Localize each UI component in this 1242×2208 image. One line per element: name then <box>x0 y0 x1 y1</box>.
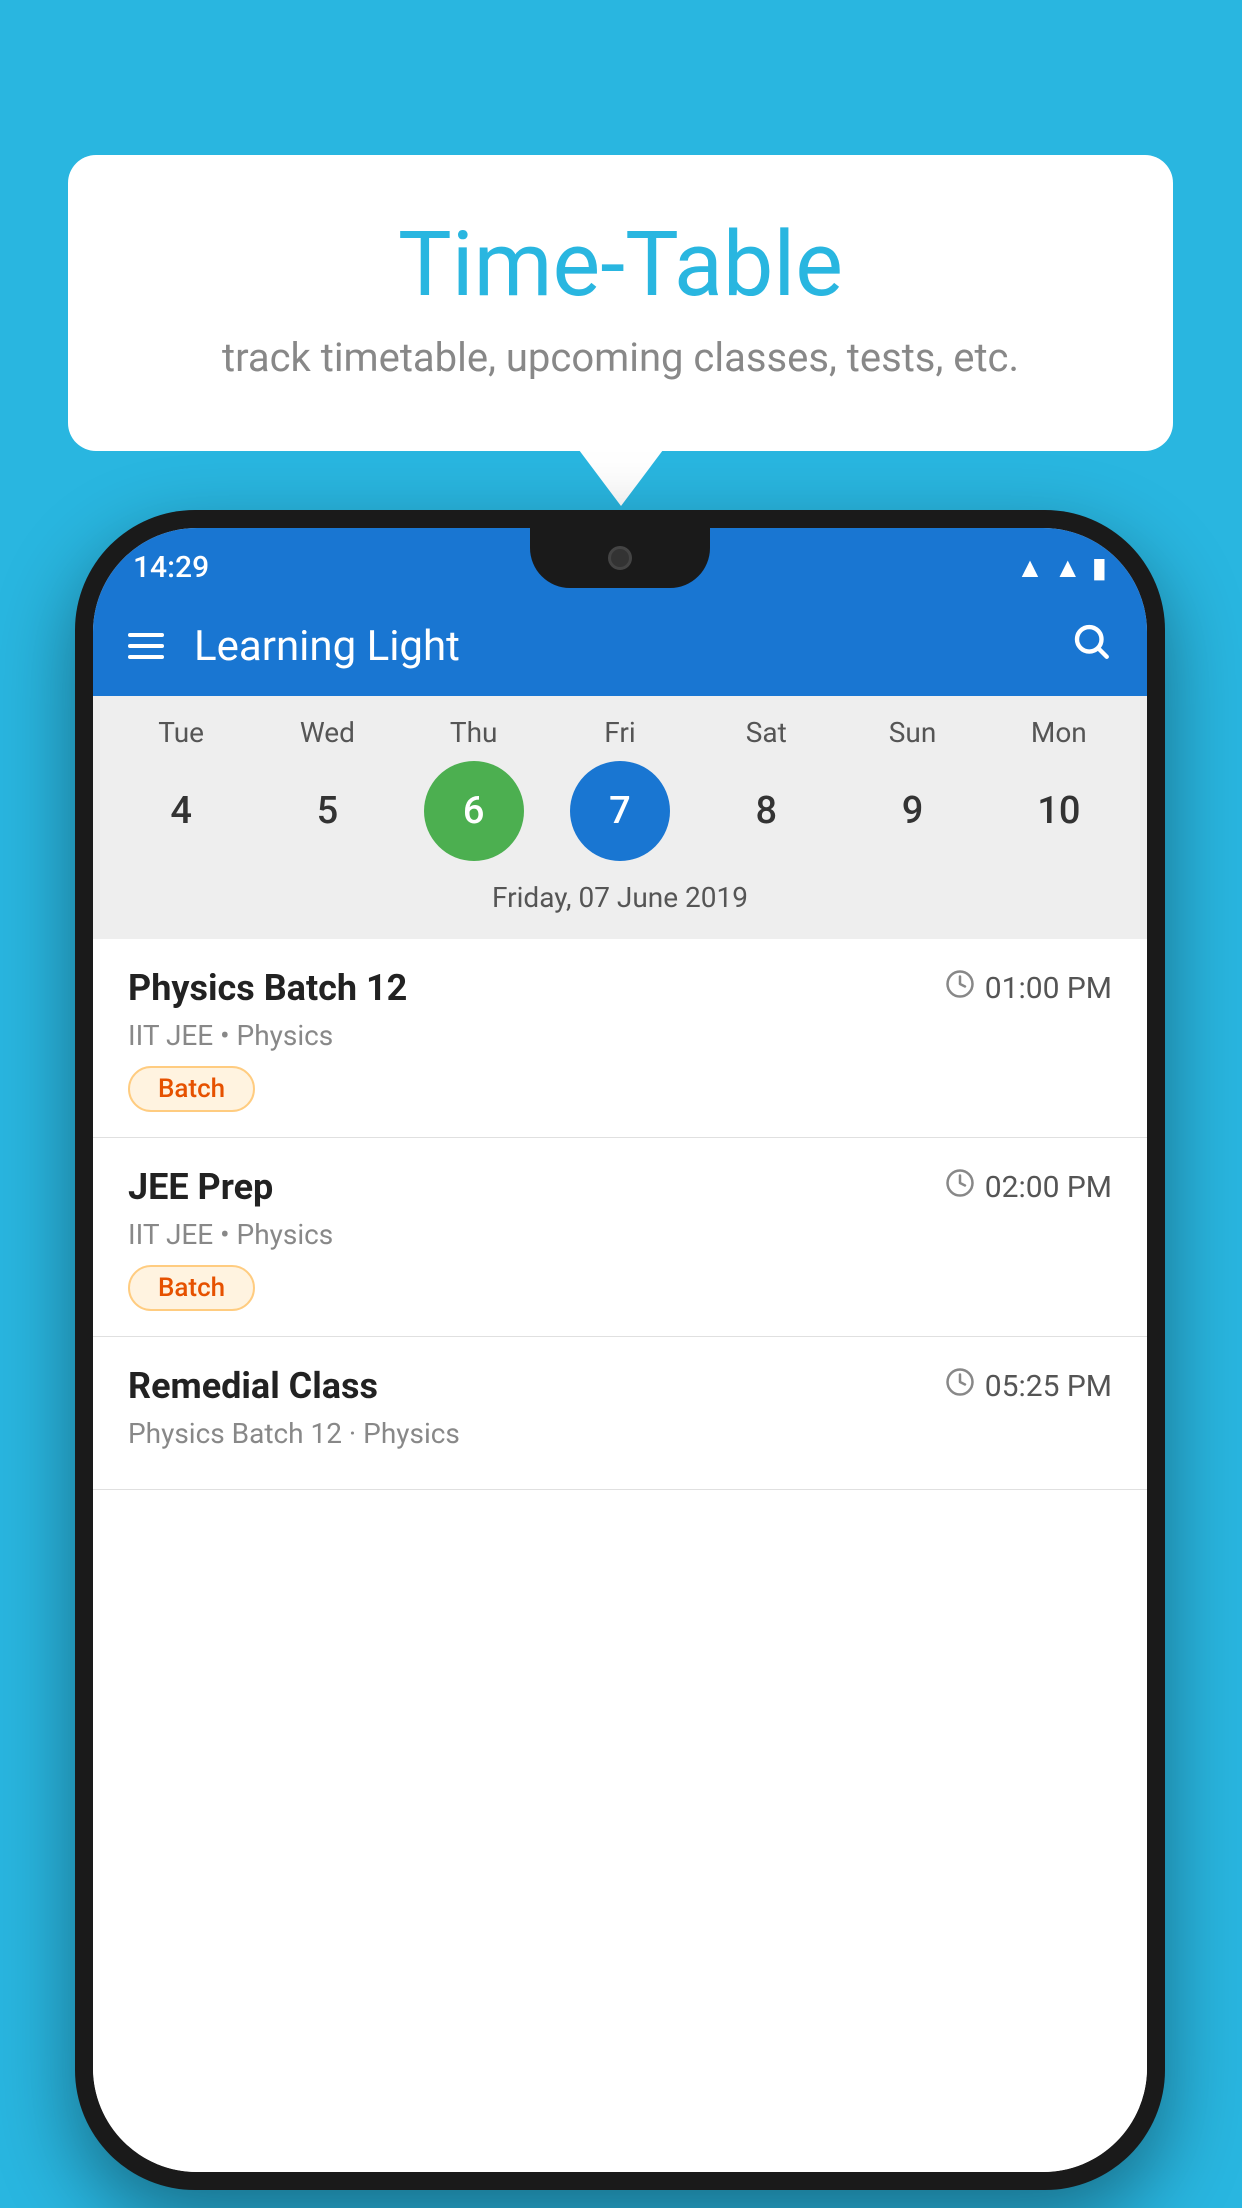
day-mon: Mon <box>1009 716 1109 749</box>
class-time: 05:25 PM <box>945 1367 1112 1405</box>
schedule-item[interactable]: Remedial Class 05:25 PM <box>93 1337 1147 1490</box>
schedule-item[interactable]: Physics Batch 12 01:00 PM <box>93 939 1147 1138</box>
batch-badge: Batch <box>128 1066 255 1112</box>
bubble-title: Time-Table <box>128 215 1113 314</box>
day-numbers[interactable]: 4 5 6 7 8 9 10 <box>93 761 1147 861</box>
app-bar: Learning Light <box>93 596 1147 696</box>
item-header: JEE Prep 02:00 PM <box>128 1166 1112 1208</box>
wifi-icon: ▲ <box>1016 551 1044 584</box>
bubble-subtitle: track timetable, upcoming classes, tests… <box>128 334 1113 381</box>
class-time: 02:00 PM <box>945 1168 1112 1206</box>
speech-bubble: Time-Table track timetable, upcoming cla… <box>68 155 1173 451</box>
class-meta: IIT JEE • Physics <box>128 1218 1112 1251</box>
time-value: 02:00 PM <box>985 1170 1112 1205</box>
screen-content: 14:29 ▲ ▲ ▮ <box>93 528 1147 2172</box>
class-meta: Physics Batch 12 · Physics <box>128 1417 1112 1450</box>
hamburger-menu[interactable] <box>128 633 164 659</box>
status-icons: ▲ ▲ ▮ <box>1016 551 1107 584</box>
camera <box>608 546 632 570</box>
item-header: Physics Batch 12 01:00 PM <box>128 967 1112 1009</box>
phone-notch <box>530 528 710 588</box>
selected-date: Friday, 07 June 2019 <box>93 871 1147 929</box>
class-time: 01:00 PM <box>945 969 1112 1007</box>
date-7-selected[interactable]: 7 <box>570 761 670 861</box>
day-sat: Sat <box>716 716 816 749</box>
date-5[interactable]: 5 <box>277 761 377 861</box>
battery-icon: ▮ <box>1092 551 1107 584</box>
date-8[interactable]: 8 <box>716 761 816 861</box>
day-tue: Tue <box>131 716 231 749</box>
signal-icon: ▲ <box>1054 551 1082 584</box>
time-value: 05:25 PM <box>985 1369 1112 1404</box>
date-9[interactable]: 9 <box>863 761 963 861</box>
day-fri: Fri <box>570 716 670 749</box>
date-10[interactable]: 10 <box>1009 761 1109 861</box>
clock-icon <box>945 1367 975 1405</box>
schedule-list: Physics Batch 12 01:00 PM <box>93 939 1147 2172</box>
class-meta: IIT JEE • Physics <box>128 1019 1112 1052</box>
phone-outer: 14:29 ▲ ▲ ▮ <box>75 510 1165 2190</box>
clock-icon <box>945 1168 975 1206</box>
search-icon[interactable] <box>1070 620 1112 673</box>
time-value: 01:00 PM <box>985 971 1112 1006</box>
batch-badge: Batch <box>128 1265 255 1311</box>
day-sun: Sun <box>863 716 963 749</box>
schedule-item[interactable]: JEE Prep 02:00 PM <box>93 1138 1147 1337</box>
item-header: Remedial Class 05:25 PM <box>128 1365 1112 1407</box>
day-wed: Wed <box>277 716 377 749</box>
phone-mockup: 14:29 ▲ ▲ ▮ <box>75 510 1165 2190</box>
class-name: Physics Batch 12 <box>128 967 407 1009</box>
day-thu: Thu <box>424 716 524 749</box>
class-name: JEE Prep <box>128 1166 273 1208</box>
date-4[interactable]: 4 <box>131 761 231 861</box>
status-time: 14:29 <box>133 550 209 585</box>
app-title: Learning Light <box>194 622 1040 671</box>
class-name: Remedial Class <box>128 1365 378 1407</box>
day-headers: Tue Wed Thu Fri Sat Sun Mon <box>93 716 1147 749</box>
date-6-today[interactable]: 6 <box>424 761 524 861</box>
phone-screen: 14:29 ▲ ▲ ▮ <box>93 528 1147 2172</box>
clock-icon <box>945 969 975 1007</box>
calendar-strip: Tue Wed Thu Fri Sat Sun Mon 4 5 6 7 8 <box>93 696 1147 939</box>
